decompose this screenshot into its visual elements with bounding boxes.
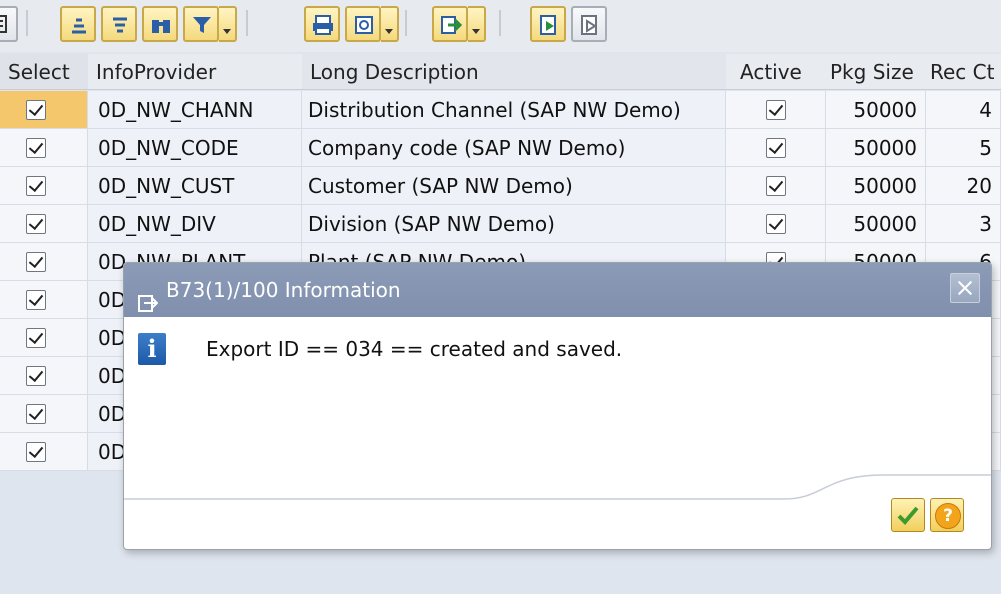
table-row[interactable]: 0D_NW_CODE Company code (SAP NW Demo) 50… — [0, 129, 1001, 167]
dialog-title-bar[interactable]: B73(1)/100 Information — [124, 263, 991, 317]
sort-ascending-icon — [72, 18, 86, 34]
column-header-select[interactable]: Select — [0, 54, 88, 90]
select-all-icon — [540, 15, 556, 35]
select-checkbox[interactable] — [26, 328, 46, 348]
select-cell[interactable] — [0, 167, 88, 205]
application-toolbar — [0, 0, 1001, 52]
ok-button[interactable] — [891, 498, 925, 532]
active-checkbox[interactable] — [766, 100, 786, 120]
infoprovider-cell: 0D_NW_CUST — [88, 167, 302, 205]
select-checkbox[interactable] — [26, 442, 46, 462]
select-cell[interactable] — [0, 433, 88, 471]
details-icon — [0, 15, 7, 33]
find-button[interactable] — [142, 6, 178, 42]
description-cell: Customer (SAP NW Demo) — [302, 167, 726, 205]
select-checkbox[interactable] — [26, 138, 46, 158]
column-header-infoprovider[interactable]: InfoProvider — [88, 54, 302, 90]
filter-dropdown[interactable] — [219, 6, 237, 42]
select-cell[interactable] — [0, 129, 88, 167]
deselect-all-icon — [581, 15, 597, 35]
infoprovider-cell: 0D_NW_CODE — [88, 129, 302, 167]
description-cell: Division (SAP NW Demo) — [302, 205, 726, 243]
select-cell[interactable] — [0, 281, 88, 319]
rec-ct-cell: 20 — [926, 167, 1001, 205]
column-header-rec-ct[interactable]: Rec Ct — [926, 54, 1001, 90]
toolbar-separator — [405, 10, 407, 36]
window-icon — [138, 280, 159, 334]
details-button[interactable] — [0, 6, 18, 42]
toolbar-separator — [246, 10, 248, 36]
description-cell: Distribution Channel (SAP NW Demo) — [302, 91, 726, 129]
select-cell[interactable] — [0, 91, 88, 129]
print-icon — [313, 15, 333, 35]
toolbar-separator — [499, 10, 501, 36]
column-header-active[interactable]: Active — [726, 54, 826, 90]
select-cell[interactable] — [0, 395, 88, 433]
pkg-size-cell: 50000 — [826, 167, 926, 205]
dialog-message: Export ID == 034 == created and saved. — [206, 337, 623, 361]
information-icon: i — [138, 333, 166, 365]
footer-divider — [124, 474, 991, 500]
print-button[interactable] — [304, 6, 340, 42]
select-cell[interactable] — [0, 319, 88, 357]
filter-icon — [193, 17, 211, 33]
select-checkbox[interactable] — [26, 176, 46, 196]
export-dropdown[interactable] — [468, 6, 486, 42]
sort-descending-icon — [113, 17, 127, 33]
deselect-all-button[interactable] — [571, 6, 607, 42]
active-cell — [726, 129, 826, 167]
select-checkbox[interactable] — [26, 252, 46, 272]
pkg-size-cell: 50000 — [826, 205, 926, 243]
rec-ct-cell: 3 — [926, 205, 1001, 243]
layout-icon — [355, 16, 373, 34]
select-checkbox[interactable] — [26, 366, 46, 386]
active-cell — [726, 91, 826, 129]
rec-ct-cell: 5 — [926, 129, 1001, 167]
table-row[interactable]: 0D_NW_CUST Customer (SAP NW Demo) 50000 … — [0, 167, 1001, 205]
active-checkbox[interactable] — [766, 176, 786, 196]
layout-button[interactable] — [345, 6, 381, 42]
pkg-size-cell: 50000 — [826, 91, 926, 129]
select-all-button[interactable] — [530, 6, 566, 42]
information-dialog: B73(1)/100 Information i Export ID == 03… — [123, 262, 992, 550]
export-icon — [441, 16, 462, 34]
description-cell: Company code (SAP NW Demo) — [302, 129, 726, 167]
table-row[interactable]: 0D_NW_DIV Division (SAP NW Demo) 50000 3 — [0, 205, 1001, 243]
sort-ascending-button[interactable] — [60, 6, 96, 42]
layout-dropdown[interactable] — [381, 6, 399, 42]
help-button[interactable]: ? — [930, 498, 964, 532]
infoprovider-cell: 0D_NW_DIV — [88, 205, 302, 243]
active-cell — [726, 205, 826, 243]
checkmark-icon — [897, 506, 919, 525]
active-cell — [726, 167, 826, 205]
table-row[interactable]: 0D_NW_CHANN Distribution Channel (SAP NW… — [0, 91, 1001, 129]
active-checkbox[interactable] — [766, 214, 786, 234]
column-header-long-description[interactable]: Long Description — [302, 54, 726, 90]
select-checkbox[interactable] — [26, 404, 46, 424]
rec-ct-cell: 4 — [926, 91, 1001, 129]
help-icon: ? — [935, 503, 961, 529]
select-cell[interactable] — [0, 205, 88, 243]
export-button[interactable] — [432, 6, 468, 42]
select-checkbox[interactable] — [26, 290, 46, 310]
dialog-title: B73(1)/100 Information — [166, 278, 401, 302]
filter-button[interactable] — [183, 6, 219, 42]
find-icon — [152, 20, 170, 33]
select-cell[interactable] — [0, 357, 88, 395]
sort-descending-button[interactable] — [101, 6, 137, 42]
infoprovider-cell: 0D_NW_CHANN — [88, 91, 302, 129]
toolbar-separator — [26, 10, 28, 36]
column-header-pkg-size[interactable]: Pkg Size — [826, 54, 926, 90]
select-cell[interactable] — [0, 243, 88, 281]
close-button[interactable] — [950, 273, 980, 303]
active-checkbox[interactable] — [766, 138, 786, 158]
select-checkbox[interactable] — [26, 100, 46, 120]
pkg-size-cell: 50000 — [826, 129, 926, 167]
select-checkbox[interactable] — [26, 214, 46, 234]
